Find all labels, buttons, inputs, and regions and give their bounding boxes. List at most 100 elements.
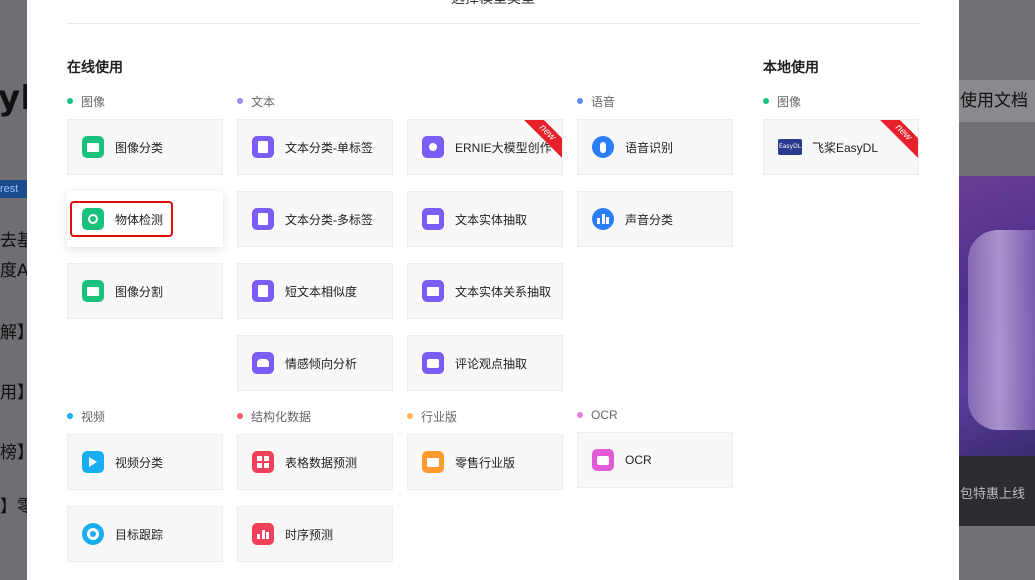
dot-icon [577, 412, 583, 418]
card-image-classification[interactable]: 图像分类 [67, 119, 223, 175]
card-video-classification[interactable]: 视频分类 [67, 434, 223, 490]
comment-icon [422, 352, 444, 374]
card-label: 文本分类-多标签 [285, 212, 373, 227]
id-card-icon [592, 449, 614, 471]
background-line: 用】新 [0, 383, 27, 403]
table-icon [252, 451, 274, 473]
card-label: 情感倾向分析 [285, 356, 358, 371]
card-image-segmentation[interactable]: 图像分割 [67, 263, 223, 319]
category-local-image: 图像 [763, 94, 802, 109]
card-label: 视频分类 [115, 455, 164, 470]
card-label: OCR [625, 453, 652, 467]
category-video: 视频 [67, 409, 106, 424]
dot-icon [577, 98, 583, 104]
card-label: 图像分割 [115, 284, 164, 299]
background-brand-text: yDL [0, 78, 27, 118]
background-doc-title: 使用文档 [958, 80, 1035, 122]
play-icon [82, 451, 104, 473]
card-label: 零售行业版 [455, 455, 516, 470]
category-label: 视频 [81, 409, 106, 424]
category-label: 文本 [251, 94, 276, 109]
card-text-multi-label[interactable]: 文本分类-多标签 [237, 191, 393, 247]
category-structured-data: 结构化数据 [237, 409, 312, 424]
background-banner-graphic [968, 230, 1035, 430]
dot-icon [237, 98, 243, 104]
card-label: ERNIE大模型创作 [455, 140, 552, 155]
card-speech-recognition[interactable]: 语音识别 [577, 119, 733, 175]
card-object-tracking[interactable]: 目标跟踪 [67, 506, 223, 562]
card-label: 目标跟踪 [115, 527, 164, 542]
dot-icon [67, 413, 73, 419]
card-label: 声音分类 [625, 212, 674, 227]
text-doc-icon [252, 208, 274, 230]
people-icon [252, 352, 274, 374]
card-label: 图像分类 [115, 140, 164, 155]
category-label: 结构化数据 [251, 409, 312, 424]
image-icon [82, 136, 104, 158]
chart-icon [252, 523, 274, 545]
dot-icon [407, 413, 413, 419]
background-line: 榜】E [0, 443, 27, 463]
category-speech: 语音 [577, 94, 615, 109]
box-icon [422, 280, 444, 302]
section-online: 在线使用 [67, 59, 123, 75]
category-industry: 行业版 [407, 409, 458, 424]
card-table-prediction[interactable]: 表格数据预测 [237, 434, 393, 490]
dot-icon [67, 98, 73, 104]
background-line: 去基 [0, 231, 27, 251]
card-entity-relation-extraction[interactable]: 文本实体关系抽取 [407, 263, 563, 319]
target-icon [82, 523, 104, 545]
category-image: 图像 [67, 94, 106, 109]
card-label: 文本实体抽取 [455, 212, 528, 227]
background-line: 】零 [0, 497, 27, 517]
card-label: 评论观点抽取 [455, 356, 528, 371]
card-label: 文本分类-单标签 [285, 140, 373, 155]
category-label: 行业版 [421, 409, 458, 424]
card-label: 短文本相似度 [285, 284, 358, 299]
category-label: OCR [591, 408, 618, 422]
box-icon [422, 208, 444, 230]
background-tag: rest [0, 180, 27, 198]
model-type-modal: 选择模型类型 在线使用 本地使用 图像 文本 语音 图像 视频 结构化数据 行业… [27, 0, 959, 580]
card-text-single-label[interactable]: 文本分类-单标签 [237, 119, 393, 175]
dot-icon [763, 98, 769, 104]
store-icon [422, 451, 444, 473]
card-label: 文本实体关系抽取 [455, 284, 552, 299]
background-promo-bar: 包特惠上线 [958, 456, 1035, 526]
card-ocr[interactable]: OCR [577, 432, 733, 488]
card-sentiment-analysis[interactable]: 情感倾向分析 [237, 335, 393, 391]
background-line: 解】E [0, 323, 27, 343]
pen-icon [422, 136, 444, 158]
card-paddle-easydl[interactable]: EasyDL 飞桨EasyDL new [763, 119, 919, 175]
card-entity-extraction[interactable]: 文本实体抽取 [407, 191, 563, 247]
category-text: 文本 [237, 94, 276, 109]
background-right-panel: 使用文档 包特惠上线 [958, 0, 1035, 580]
text-doc-icon [252, 280, 274, 302]
modal-divider [67, 23, 919, 24]
background-promo-text: 包特惠上线 [960, 486, 1026, 501]
detection-icon [82, 208, 104, 230]
category-label: 图像 [777, 94, 802, 109]
card-object-detection[interactable]: 物体检测 [67, 191, 223, 247]
card-sound-classification[interactable]: 声音分类 [577, 191, 733, 247]
card-time-series[interactable]: 时序预测 [237, 506, 393, 562]
text-doc-icon [252, 136, 274, 158]
microphone-icon [592, 136, 614, 158]
background-left-panel: yDL rest 去基 度A 解】E 用】新 榜】E 】零 [0, 0, 27, 580]
section-local: 本地使用 [763, 59, 819, 75]
category-ocr: OCR [577, 408, 618, 422]
card-label: 时序预测 [285, 527, 334, 542]
new-badge: new [873, 120, 918, 163]
card-label: 语音识别 [625, 140, 674, 155]
category-label: 图像 [81, 94, 106, 109]
dot-icon [237, 413, 243, 419]
card-short-text-similarity[interactable]: 短文本相似度 [237, 263, 393, 319]
card-label: 物体检测 [115, 212, 164, 227]
card-retail-industry[interactable]: 零售行业版 [407, 434, 563, 490]
image-icon [82, 280, 104, 302]
modal-title: 选择模型类型 [27, 0, 959, 8]
card-label: 表格数据预测 [285, 455, 358, 470]
card-ernie-creation[interactable]: ERNIE大模型创作 new [407, 119, 563, 175]
card-label: 飞桨EasyDL [812, 140, 879, 155]
card-opinion-extraction[interactable]: 评论观点抽取 [407, 335, 563, 391]
